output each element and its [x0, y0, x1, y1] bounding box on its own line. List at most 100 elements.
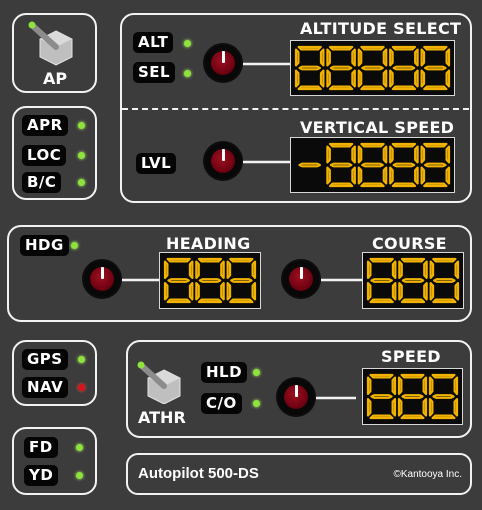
- segment: [389, 145, 394, 164]
- segment: [351, 166, 356, 185]
- speed-display: [362, 368, 463, 425]
- hdg-indicator: [71, 242, 78, 249]
- digit: [366, 257, 397, 304]
- segment: [391, 182, 417, 188]
- yd-button[interactable]: YD: [24, 465, 59, 486]
- segment: [166, 257, 191, 263]
- segment: [433, 278, 456, 283]
- seven-segment-readout: [163, 257, 257, 304]
- athr-label: ATHR: [138, 408, 186, 427]
- knob-pointer: [294, 385, 298, 397]
- digit: [429, 257, 460, 304]
- apr-indicator: [78, 122, 85, 129]
- knob-connector: [243, 62, 291, 66]
- segment: [360, 182, 385, 188]
- approach-mode-panel: APR LOC B/C: [12, 106, 97, 200]
- segment: [297, 85, 322, 91]
- segment: [429, 282, 435, 301]
- segment: [294, 69, 300, 88]
- segment: [198, 278, 222, 283]
- segment: [428, 397, 434, 417]
- nav-button[interactable]: NAV: [22, 377, 69, 398]
- digit: [195, 257, 225, 304]
- gps-button[interactable]: GPS: [22, 349, 68, 370]
- knob-pointer: [221, 149, 225, 161]
- digit: [294, 45, 325, 91]
- segment: [195, 282, 200, 301]
- ap-panel: AP: [12, 13, 97, 93]
- digit: [366, 373, 397, 420]
- vertical-speed-knob[interactable]: [203, 141, 243, 181]
- segment: [366, 376, 372, 396]
- segment: [431, 373, 456, 379]
- segment: [382, 69, 388, 88]
- ap-toggle-switch[interactable]: [26, 17, 86, 67]
- segment: [432, 298, 457, 304]
- segment: [414, 69, 419, 88]
- segment: [429, 260, 435, 279]
- knob-connector: [122, 278, 159, 282]
- athr-toggle-switch[interactable]: [134, 356, 189, 405]
- segment: [329, 65, 353, 71]
- sel-button[interactable]: SEL: [133, 62, 176, 83]
- altitude-display: [290, 40, 455, 96]
- segment: [357, 166, 363, 185]
- segment: [391, 85, 417, 91]
- digit: [397, 373, 428, 420]
- fd-button[interactable]: FD: [24, 437, 58, 458]
- segment: [226, 282, 232, 301]
- seven-segment-readout: [298, 142, 451, 188]
- segment: [326, 48, 331, 67]
- knob-connector: [316, 396, 356, 400]
- speed-knob[interactable]: [276, 377, 316, 417]
- segment: [422, 376, 428, 396]
- altitude-knob[interactable]: [203, 43, 243, 83]
- lvl-button[interactable]: LVL: [136, 153, 177, 174]
- segment: [167, 278, 190, 283]
- altitude-select-title: ALTITUDE SELECT: [300, 19, 462, 38]
- nav-source-panel: GPS NAV: [12, 340, 97, 406]
- digit: [389, 45, 419, 91]
- segment: [229, 257, 254, 263]
- alt-button[interactable]: ALT: [133, 32, 174, 53]
- segment: [251, 282, 257, 301]
- segment: [414, 48, 419, 67]
- bc-button[interactable]: B/C: [22, 172, 62, 193]
- segment: [360, 45, 385, 51]
- segment: [251, 260, 257, 279]
- yd-indicator: [76, 472, 83, 479]
- segment: [195, 260, 200, 279]
- segment: [382, 48, 388, 67]
- segment: [423, 260, 428, 279]
- co-button[interactable]: C/O: [201, 393, 242, 414]
- heading-knob[interactable]: [82, 259, 122, 299]
- segment: [445, 166, 451, 185]
- knob-connector: [321, 278, 363, 282]
- co-indicator: [253, 400, 260, 407]
- hld-button[interactable]: HLD: [201, 362, 248, 383]
- segment: [400, 298, 426, 304]
- loc-button[interactable]: LOC: [22, 145, 67, 166]
- segment: [163, 282, 169, 301]
- segment: [423, 85, 448, 91]
- speed-title: SPEED: [381, 347, 441, 366]
- segment: [453, 376, 459, 396]
- segment: [401, 278, 425, 283]
- segment: [319, 48, 325, 67]
- course-knob[interactable]: [281, 259, 321, 299]
- course-title: COURSE: [372, 234, 447, 253]
- segment: [453, 397, 459, 417]
- segment: [423, 45, 448, 51]
- segment: [391, 142, 417, 148]
- apr-button[interactable]: APR: [22, 115, 68, 136]
- segment: [392, 162, 416, 168]
- digit: [326, 45, 356, 91]
- segment: [163, 260, 169, 279]
- course-display: [362, 252, 464, 309]
- segment: [445, 48, 451, 67]
- segment: [369, 373, 394, 379]
- digit: [226, 257, 257, 304]
- segment: [319, 69, 325, 88]
- segment: [351, 145, 356, 164]
- hdg-button[interactable]: HDG: [20, 235, 69, 256]
